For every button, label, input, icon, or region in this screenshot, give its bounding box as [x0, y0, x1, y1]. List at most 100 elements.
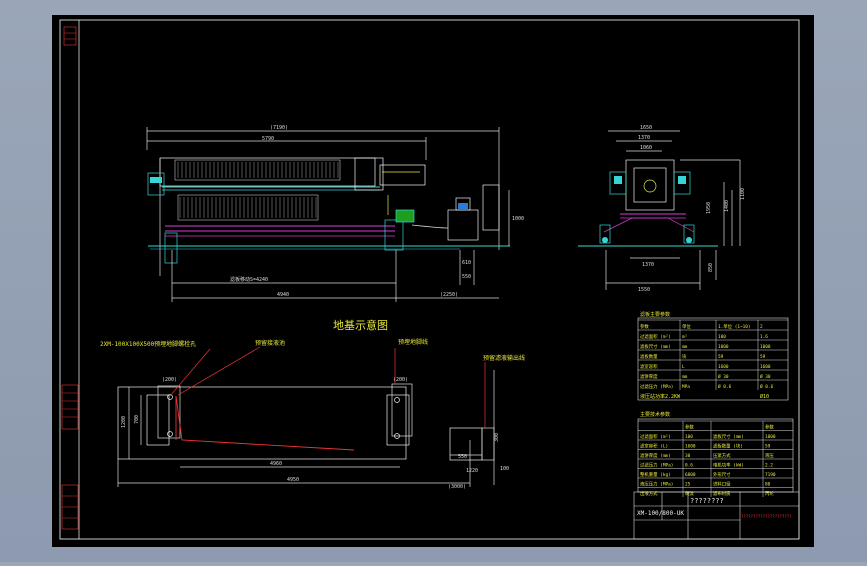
table-cell: 100: [685, 434, 693, 440]
table-cell: 滤饼厚度 (mm): [640, 452, 671, 459]
dim-side-bottom2: 1550: [638, 287, 650, 293]
table-cell: 液压压力 (MPa): [640, 481, 673, 488]
table-cell: Ø 30: [760, 373, 771, 380]
dim-side-h3: 1100: [740, 188, 746, 200]
table-header-cell: 参数: [765, 424, 774, 431]
drawing-number: XM-100/800-UK: [637, 510, 684, 517]
dim-h1: 1200: [121, 416, 127, 428]
table-cell: 块: [682, 353, 687, 360]
dim-base-left: 4940: [277, 292, 289, 298]
tech-title: 滤板主要参数: [640, 311, 670, 318]
table-cell: 0.6: [685, 463, 693, 469]
table-cell: 1000: [765, 434, 776, 440]
table-cell: 过滤面积 (m²): [640, 433, 671, 440]
table-cell: 7190: [765, 472, 776, 478]
dim-inner: 4960: [270, 461, 282, 467]
dim-side-h2: 1400: [724, 200, 730, 212]
red-note: ?????????????????????: [741, 514, 792, 519]
table-cell: 59: [718, 354, 724, 360]
table-cell: 出液方式: [640, 490, 658, 497]
tech-note: 液压站功率2.2KW: [640, 393, 681, 400]
table-cell: 明流: [685, 490, 694, 497]
dim-small-a: 610: [462, 260, 471, 266]
dim-side-top2: 1370: [638, 135, 650, 141]
table-header-cell: 2: [760, 324, 763, 330]
table-cell: 滤板尺寸 (mm): [713, 433, 744, 440]
table-cell: 1600: [760, 364, 771, 370]
table-cell: 59: [760, 354, 766, 360]
table-cell: 滤室容积: [640, 363, 658, 370]
dim-side-top: 1650: [640, 125, 652, 131]
dim-pump-a: 300: [494, 433, 500, 442]
table-cell: 外形尺寸: [713, 471, 731, 478]
dim-side-right: 850: [708, 263, 714, 272]
table-cell: 1000: [760, 344, 771, 350]
dim-height-right: 1000: [512, 216, 524, 222]
label-bolts: 2XM-100X100X500预埋地脚螺栓孔: [100, 340, 196, 348]
table-cell: 1600: [718, 364, 729, 370]
dim-top-main: 5790: [262, 136, 274, 142]
label-far: 预留滤液输出线: [483, 354, 525, 362]
table-cell: Ø 0.6: [718, 383, 732, 390]
cad-viewport[interactable]: (7190) 5790 滤板移动S=4240 4940 (2250) 1000 …: [0, 0, 867, 562]
table-cell: 30: [685, 453, 691, 459]
table-cell: MPa: [682, 384, 690, 390]
table-cell: Ø 30: [718, 373, 729, 380]
table-cell: 滤室容积 (L): [640, 443, 668, 450]
table-cell: 电机功率 (kW): [713, 462, 744, 469]
table-cell: mm: [682, 345, 688, 350]
table-header-cell: 参数: [685, 424, 694, 431]
table-cell: L: [682, 364, 685, 370]
dim-side-bottom: 1370: [642, 262, 654, 268]
dim-total: 4950: [287, 477, 299, 483]
dim-h2: 700: [134, 415, 140, 424]
table-cell: 过滤压力 (MPa): [640, 383, 673, 390]
params-title: 主要技术参数: [640, 411, 670, 418]
dim-left-tag: (200): [162, 377, 177, 383]
table-cell: 滤板尺寸 (mm): [640, 343, 671, 350]
table-cell: m²: [682, 335, 687, 340]
foundation-title: 地基示意图: [333, 318, 388, 332]
table-cell: 100: [718, 334, 726, 340]
dim-side-sub: 1060: [640, 145, 652, 151]
table-cell: 80: [765, 482, 771, 488]
table-cell: 压紧方式: [713, 452, 731, 459]
table-header-cell: 1.单位 (1~10): [718, 323, 751, 330]
dim-right-tag: (200): [393, 377, 408, 383]
dim-small-b: 550: [462, 274, 471, 280]
cad-drawing: (7190) 5790 滤板移动S=4240 4940 (2250) 1000 …: [52, 15, 814, 547]
table-cell: mm: [682, 375, 688, 380]
dim-top-overall: (7190): [270, 125, 288, 131]
table-cell: 滤布材质: [713, 490, 731, 497]
label-sump: 预留接液池: [255, 339, 285, 347]
dim-pump: (3000): [448, 484, 466, 490]
table-cell: 滤饼厚度: [640, 373, 658, 380]
dim-pump-w: 550: [458, 454, 467, 460]
table-cell: 液压: [765, 452, 774, 459]
table-cell: 1600: [685, 444, 696, 450]
table-cell: Ø 0.6: [760, 383, 774, 390]
dim-plate-span: 滤板移动S=4240: [230, 276, 268, 283]
table-cell: 6800: [685, 472, 696, 478]
table-header-cell: 单位: [682, 323, 691, 330]
table-header-cell: 参数: [640, 323, 649, 330]
table-cell: 1000: [718, 344, 729, 350]
table-cell: 整机重量 (kg): [640, 471, 671, 478]
tech-note2: Ø10: [760, 393, 769, 400]
table-cell: 25: [685, 482, 691, 488]
table-cell: 过滤压力 (MPa): [640, 462, 673, 469]
drawing-title-text: ????????: [690, 497, 724, 505]
table-cell: 1.6: [760, 334, 768, 340]
table-cell: 滤板数量 (块): [713, 443, 743, 450]
dim-base-right: (2250): [440, 292, 458, 298]
table-cell: 59: [765, 444, 771, 450]
table-cell: 2.2: [765, 463, 773, 469]
table-cell: 进料口径: [713, 481, 731, 488]
dim-pump-h: 1220: [466, 468, 478, 474]
table-cell: 过滤面积 (m²): [640, 333, 671, 340]
dim-side-h1: 1950: [706, 202, 712, 214]
table-cell: 丙纶: [765, 490, 774, 497]
dim-pump-b: 100: [500, 466, 509, 472]
table-cell: 滤板数量: [640, 353, 658, 360]
label-right: 预埋地脚线: [398, 338, 428, 346]
